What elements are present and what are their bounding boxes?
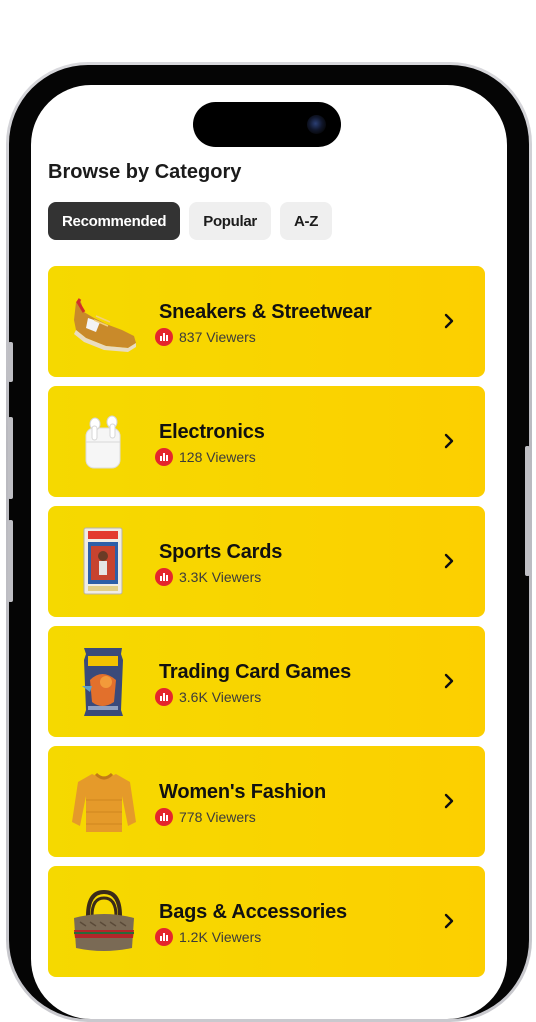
volume-down-button <box>8 520 13 602</box>
sneaker-icon <box>66 280 142 362</box>
category-title: Trading Card Games <box>159 661 352 683</box>
viewer-count-text: 128 Viewers <box>179 449 256 465</box>
viewer-count: 3.3K Viewers <box>155 568 261 586</box>
viewer-count: 778 Viewers <box>155 808 256 826</box>
tab-a-z[interactable]: A-Z <box>279 202 333 240</box>
chevron-right-icon <box>444 793 454 809</box>
action-button <box>8 342 13 382</box>
chevron-right-icon <box>444 553 454 569</box>
category-card-trading-card-games[interactable]: Trading Card Games 3.6K Viewers <box>48 626 485 737</box>
camera-icon <box>307 115 326 134</box>
category-title: Sports Cards <box>159 541 283 563</box>
screen: Browse by Category Recommended Popular A… <box>31 85 507 1019</box>
viewer-count: 837 Viewers <box>155 328 256 346</box>
category-card-bags-accessories[interactable]: Bags & Accessories 1.2K Viewers <box>48 866 485 977</box>
tab-recommended[interactable]: Recommended <box>48 202 181 240</box>
live-viewers-icon <box>155 328 173 346</box>
card-pack-icon <box>66 640 142 722</box>
live-viewers-icon <box>155 808 173 826</box>
viewer-count-text: 3.6K Viewers <box>179 689 262 705</box>
category-title: Sneakers & Streetwear <box>159 301 372 323</box>
chevron-right-icon <box>444 913 454 929</box>
dynamic-island <box>193 102 341 147</box>
category-list: Sneakers & Streetwear 837 Viewers Electr… <box>48 266 485 986</box>
phone-frame: Browse by Category Recommended Popular A… <box>6 62 532 1022</box>
section-title: Browse by Category <box>48 161 242 183</box>
power-button <box>525 446 530 576</box>
phone-bezel: Browse by Category Recommended Popular A… <box>9 65 529 1019</box>
viewer-count-text: 778 Viewers <box>179 809 256 825</box>
chevron-right-icon <box>444 673 454 689</box>
chevron-right-icon <box>444 313 454 329</box>
viewer-count-text: 837 Viewers <box>179 329 256 345</box>
category-card-womens-fashion[interactable]: Women's Fashion 778 Viewers <box>48 746 485 857</box>
chevron-right-icon <box>444 433 454 449</box>
handbag-icon <box>66 880 142 962</box>
sweater-icon <box>66 760 142 842</box>
tab-popular[interactable]: Popular <box>189 202 271 240</box>
viewer-count: 128 Viewers <box>155 448 256 466</box>
live-viewers-icon <box>155 928 173 946</box>
category-title: Bags & Accessories <box>159 901 347 923</box>
viewer-count: 1.2K Viewers <box>155 928 261 946</box>
category-title: Women's Fashion <box>159 781 326 803</box>
live-viewers-icon <box>155 688 173 706</box>
category-card-electronics[interactable]: Electronics 128 Viewers <box>48 386 485 497</box>
volume-up-button <box>8 417 13 499</box>
graded-card-icon <box>66 520 142 602</box>
category-card-sneakers[interactable]: Sneakers & Streetwear 837 Viewers <box>48 266 485 377</box>
live-viewers-icon <box>155 568 173 586</box>
viewer-count-text: 3.3K Viewers <box>179 569 262 585</box>
category-card-sports-cards[interactable]: Sports Cards 3.3K Viewers <box>48 506 485 617</box>
live-viewers-icon <box>155 448 173 466</box>
category-title: Electronics <box>159 421 265 443</box>
viewer-count-text: 1.2K Viewers <box>179 929 262 945</box>
viewer-count: 3.6K Viewers <box>155 688 261 706</box>
airpods-icon <box>66 400 142 482</box>
category-sort-tabs: Recommended Popular A-Z <box>48 202 333 240</box>
